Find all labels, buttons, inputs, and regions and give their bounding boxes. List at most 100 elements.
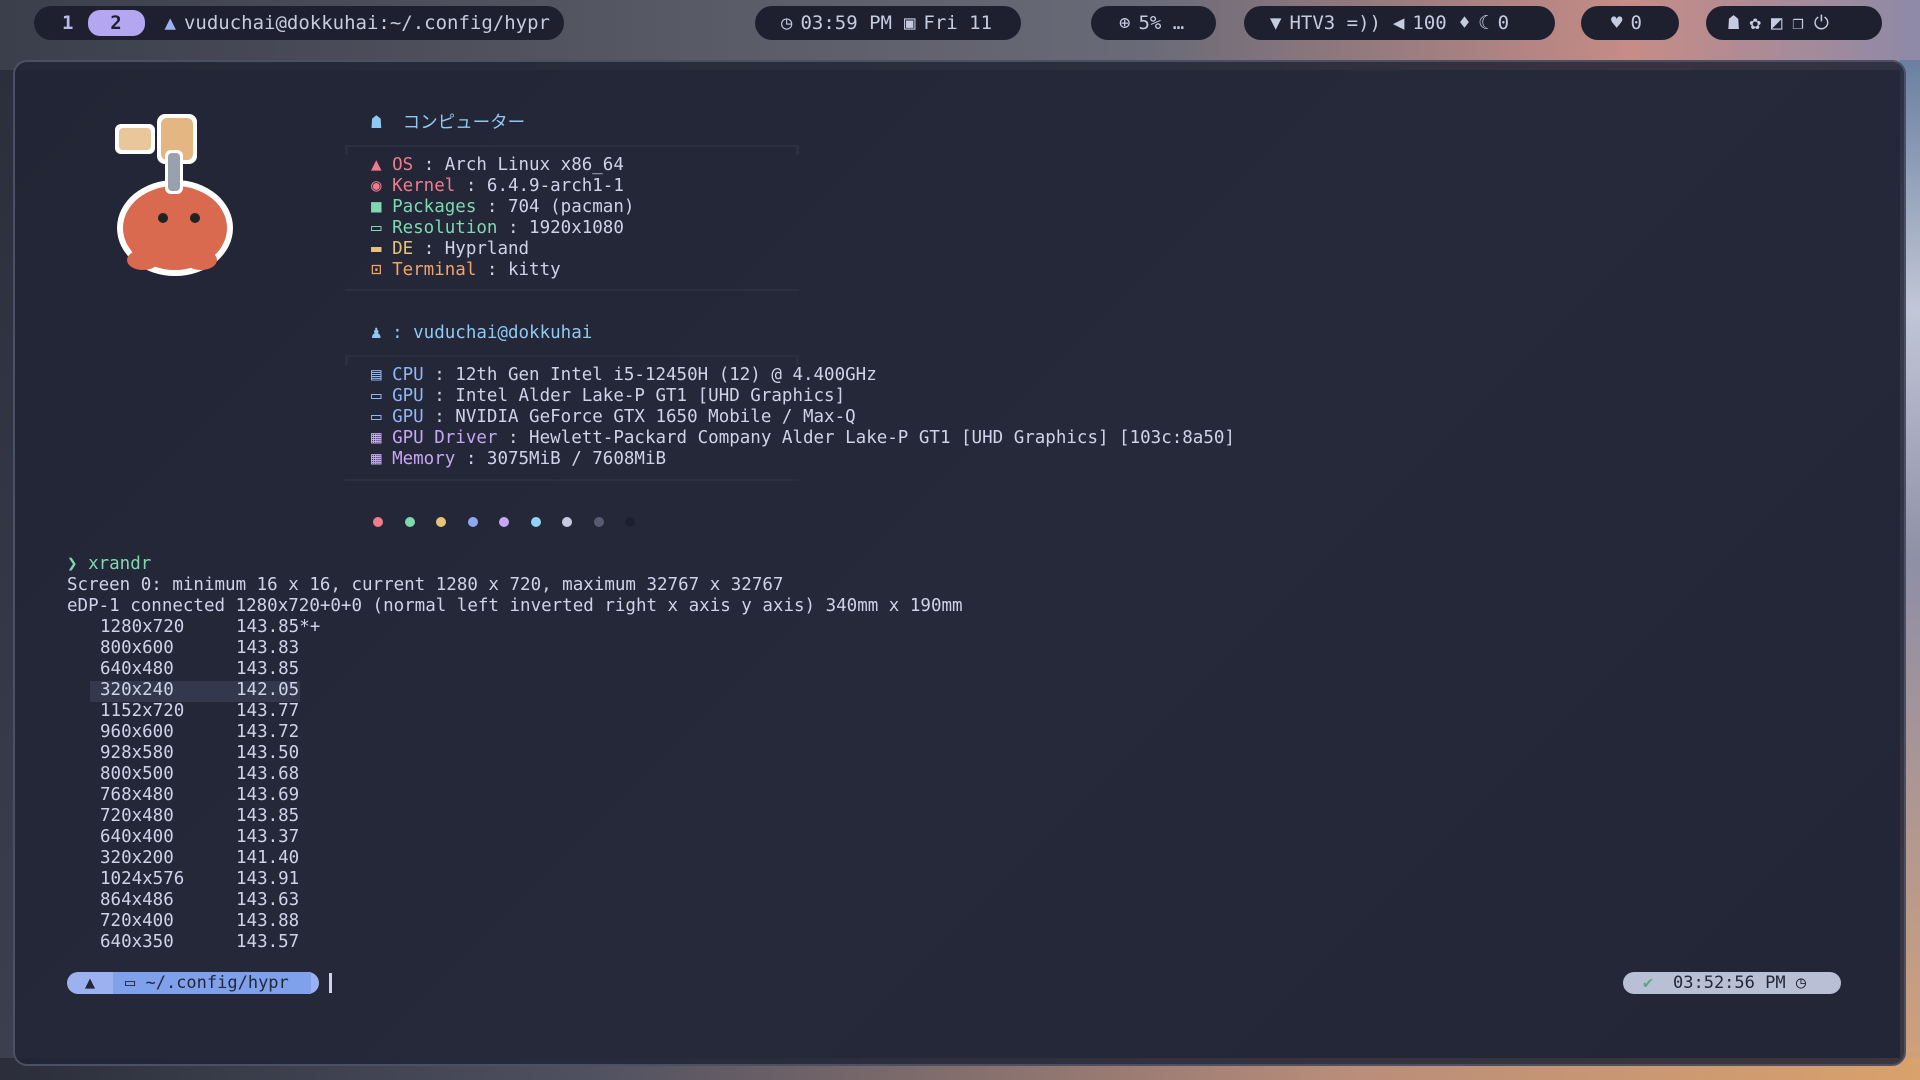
fetch-row-memory: ▦ Memory : 3075MiB / 7608MiB (371, 449, 667, 469)
mode-row: 320x240 142.05 (100, 680, 299, 701)
package-icon: ■ (371, 197, 393, 217)
command-text: xrandr (88, 554, 152, 574)
prompt-line: ▲ ▭ ~/.config/hypr (67, 972, 319, 994)
gpu2-key: GPU (392, 407, 424, 427)
check-icon: ✔ (1642, 973, 1654, 993)
computer-icon: ☗ (371, 113, 403, 133)
os-key: OS (392, 155, 414, 175)
mode-resolution: 1024x576 (100, 869, 185, 889)
palette-icon[interactable]: ✿ (1749, 6, 1770, 40)
arch-icon: ▲ (371, 155, 393, 175)
power-icon[interactable]: ⏻ (1814, 6, 1839, 40)
window-title: vuduchai@dokkuhai:~/.config/hypr (183, 12, 550, 34)
mode-row: 1152x720 143.77 (100, 701, 299, 722)
desktop-icon: ▬ (371, 239, 393, 259)
mode-resolution: 720x400 (100, 911, 174, 931)
workspace-2-active[interactable]: 2 (87, 10, 145, 36)
cpu-widget[interactable]: ⊕ 5% … (1091, 6, 1216, 40)
mode-resolution: 800x500 (100, 764, 174, 784)
mode-resolution: 800x600 (100, 638, 174, 658)
mode-refresh-rate: 143.85*+ (236, 617, 321, 637)
mode-resolution: 864x486 (100, 890, 174, 910)
mode-row: 800x500 143.68 (100, 764, 299, 785)
gpu-driver-value: Hewlett-Packard Company Alder Lake-P GT1… (529, 428, 1235, 448)
clipboard-icon[interactable]: ❐ (1792, 6, 1813, 40)
terminal-value: kitty (507, 260, 561, 280)
cpu-usage: 5% … (1138, 12, 1185, 34)
cpu-value: 12th Gen Intel i5-12450H (12) @ 4.400GHz (455, 365, 877, 385)
gpu-icon: ▭ (371, 386, 393, 406)
xrandr-screen-line: Screen 0: minimum 16 x 16, current 1280 … (67, 575, 784, 595)
fetch-row-gpu1: ▭ GPU : Intel Alder Lake-P GT1 [UHD Grap… (371, 386, 846, 406)
driver-icon: ▦ (371, 428, 393, 448)
mode-row: 720x400 143.88 (100, 911, 299, 932)
user-icon: ♟ (371, 323, 393, 343)
cpu-icon: ⊕ (1119, 12, 1131, 34)
mode-resolution: 960x600 (100, 722, 174, 742)
moon-icon: ☾ (1478, 12, 1490, 34)
gpu2-value: NVIDIA GeForce GTX 1650 Mobile / Max-Q (455, 407, 856, 427)
right-prompt-time: 03:52:56 PM (1673, 973, 1786, 993)
mode-refresh-rate: 143.72 (236, 722, 300, 742)
notification-widget[interactable]: ♥ 0 (1581, 6, 1679, 40)
mode-row: 800x600 143.83 (100, 638, 299, 659)
palette-dot (530, 517, 541, 527)
mode-refresh-rate: 143.91 (236, 869, 300, 889)
resolution-key: Resolution (392, 218, 498, 238)
section1-header: ☗ コンピューター (371, 113, 525, 134)
mode-row: 768x480 143.69 (100, 785, 299, 806)
mode-row: 640x480 143.85 (100, 659, 299, 680)
mode-row: 960x600 143.72 (100, 722, 299, 743)
palette-dot (467, 517, 478, 527)
mode-refresh-rate: 143.85 (236, 806, 300, 826)
microphone-icon: ♦ (1458, 12, 1471, 34)
mode-resolution: 320x240 (100, 680, 174, 700)
screenshot-icon[interactable]: ◩ (1771, 6, 1792, 40)
mode-row: 1280x720 143.85*+ (100, 617, 320, 638)
palette-dot (625, 517, 635, 527)
palette-dot (436, 517, 446, 527)
mode-resolution: 720x480 (100, 806, 174, 826)
arch-logo-icon: ▲ (164, 12, 176, 34)
mode-resolution: 640x400 (100, 827, 174, 847)
status-widget: ▼ HTV3 =)) ◀ 100 ♦ ☾ 0 (1244, 6, 1555, 40)
clock-widget[interactable]: ◷ 03:59 PM ▣ Fri 11 (755, 6, 1021, 40)
kernel-key: Kernel (392, 176, 456, 196)
clock-icon: ◷ (781, 12, 793, 34)
xrandr-output-line: eDP-1 connected 1280x720+0+0 (normal lef… (67, 596, 963, 616)
mode-refresh-rate: 143.88 (236, 911, 300, 931)
mode-row: 640x350 143.57 (100, 932, 299, 953)
mode-refresh-rate: 143.37 (236, 827, 300, 847)
section2-title: : vuduchai@dokkuhai (392, 323, 593, 343)
mode-row: 720x480 143.85 (100, 806, 299, 827)
mode-refresh-rate: 141.40 (236, 848, 300, 868)
section1-title: コンピューター (402, 113, 526, 133)
terminal-key: Terminal (392, 260, 477, 280)
ghost-icon[interactable]: ☗ (1728, 6, 1749, 40)
mode-refresh-rate: 143.69 (236, 785, 300, 805)
mode-refresh-rate: 143.50 (236, 743, 300, 763)
volume-icon: ◀ (1392, 12, 1405, 34)
heart-icon: ♥ (1611, 12, 1623, 34)
chainsaw-dog-mascot-icon (115, 114, 233, 276)
volume-level[interactable]: 100 (1412, 6, 1446, 40)
notification-count: 0 (1630, 12, 1642, 34)
text-cursor[interactable] (329, 973, 332, 993)
top-bar: 1 2 ▲ vuduchai@dokkuhai:~/.config/hypr ◷… (0, 0, 1920, 46)
mode-resolution: 768x480 (100, 785, 174, 805)
mode-refresh-rate: 143.83 (236, 638, 300, 658)
mode-row: 640x400 143.37 (100, 827, 299, 848)
mic-level[interactable]: 0 (1498, 6, 1509, 40)
memory-icon: ▦ (371, 449, 393, 469)
mode-row: 928x580 143.50 (100, 743, 299, 764)
command-line: ❯ xrandr (67, 554, 151, 575)
cpu-key: CPU (392, 365, 424, 385)
workspace-1[interactable]: 1 (54, 6, 82, 40)
section2-header: ♟ : vuduchai@dokkuhai (371, 323, 592, 344)
mode-row: 320x200 141.40 (100, 848, 299, 869)
de-key: DE (392, 239, 414, 259)
wifi-name[interactable]: HTV3 =)) (1289, 6, 1381, 40)
mode-refresh-rate: 143.68 (236, 764, 300, 784)
mode-refresh-rate: 142.05 (236, 680, 300, 700)
memory-value: 3075MiB / 7608MiB (486, 449, 667, 469)
